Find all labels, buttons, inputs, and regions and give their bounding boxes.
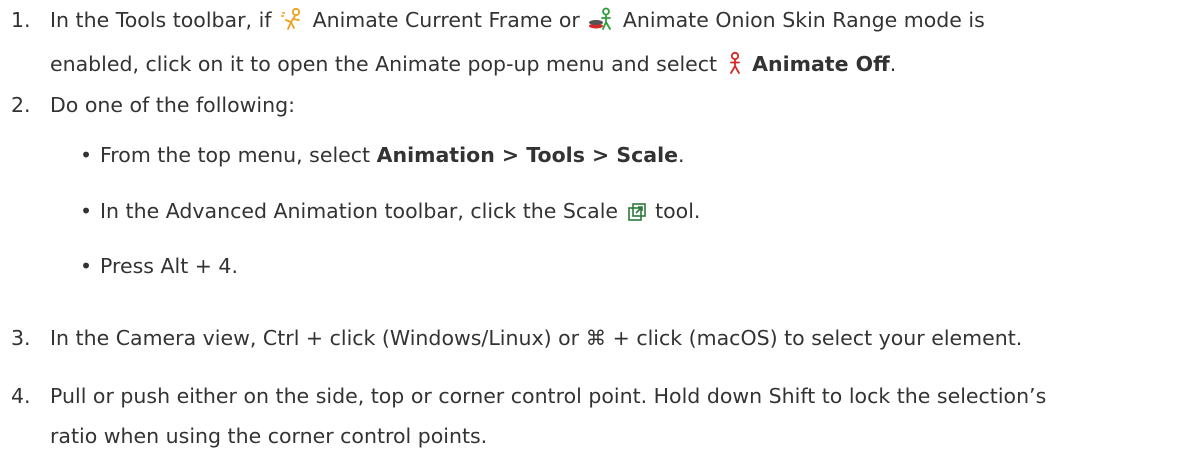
step-number: 3.: [11, 326, 31, 350]
step-text: Do one of the following:: [50, 93, 296, 117]
bullet-text: tool.: [655, 199, 701, 223]
bullet-text: From the top menu, select: [100, 143, 377, 167]
menu-item-name: Animate Off: [752, 52, 890, 76]
instruction-document: 1. In the Tools toolbar, if Animate Curr…: [0, 0, 1190, 476]
step-text: In the Camera view, Ctrl + click (Window…: [50, 326, 580, 350]
step-text: + click (macOS) to select your element.: [612, 326, 1023, 350]
menu-path: Animation > Tools > Scale: [376, 143, 679, 167]
animate-current-frame-icon: [280, 4, 304, 44]
bullet-text: In the Advanced Animation toolbar, click…: [100, 199, 619, 223]
step-number: 1.: [11, 8, 31, 32]
bullet-glyph: •: [80, 199, 93, 223]
step-1: 1. In the Tools toolbar, if Animate Curr…: [0, 0, 1176, 88]
step-text: ratio when using the corner control poin…: [50, 424, 488, 448]
step-text: enabled, click on it to open the Animate…: [50, 52, 718, 76]
bullet-glyph: •: [80, 143, 93, 167]
animate-onion-skin-range-icon: [588, 4, 614, 44]
bullet-text: Press Alt + 4.: [100, 254, 238, 278]
bullet-glyph: •: [80, 254, 93, 278]
animate-off-icon: [726, 48, 744, 88]
step-text: Pull or push either on the side, top or …: [50, 384, 1047, 408]
command-key-icon: ⌘: [585, 326, 607, 350]
step-text: In the Tools toolbar, if: [50, 8, 272, 32]
step-3: 3. In the Camera view, Ctrl + click (Win…: [0, 318, 1176, 358]
step-4: 4. Pull or push either on the side, top …: [0, 376, 1176, 456]
step-2: 2. Do one of the following:: [0, 85, 1176, 125]
list-item: • In the Advanced Animation toolbar, cli…: [80, 196, 1176, 230]
step-text: .: [889, 52, 897, 76]
scale-tool-icon: [627, 200, 647, 230]
step-number: 2.: [11, 93, 31, 117]
bullet-text: .: [678, 143, 685, 167]
step-text: Animate Current Frame or: [312, 8, 580, 32]
list-item: • From the top menu, select Animation > …: [80, 140, 1176, 170]
list-item: • Press Alt + 4.: [80, 251, 1176, 281]
step-text: Animate Onion Skin Range mode is: [622, 8, 985, 32]
step-number: 4.: [11, 384, 31, 408]
